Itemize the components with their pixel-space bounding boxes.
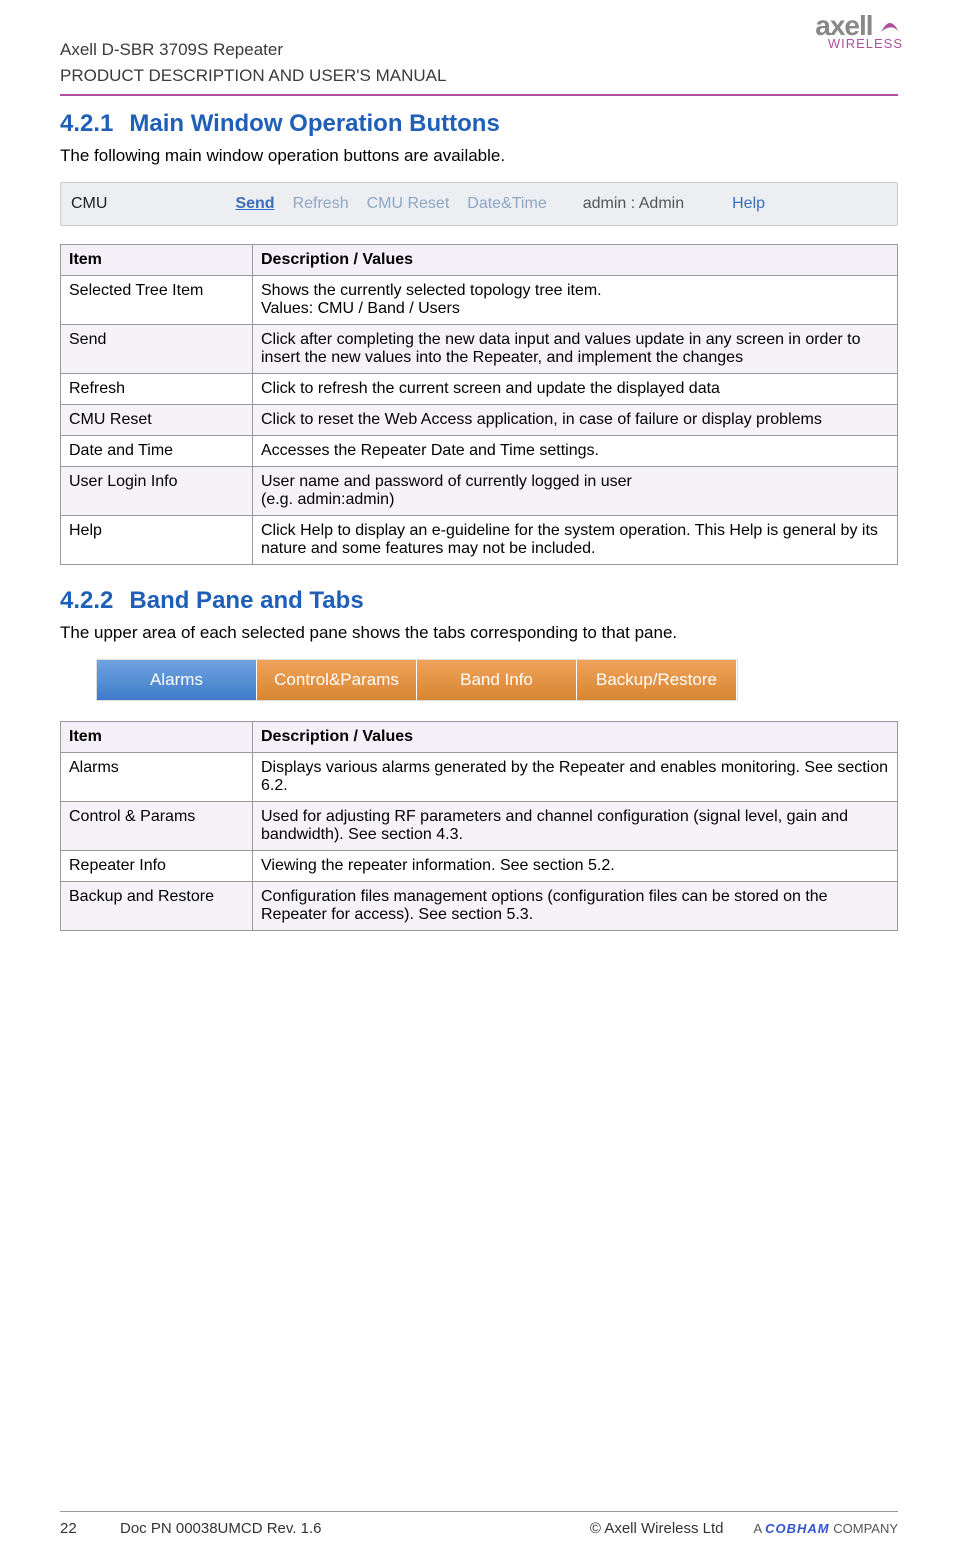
header-subtitle: PRODUCT DESCRIPTION AND USER'S MANUAL (60, 66, 898, 86)
section-intro-1: The following main window operation butt… (60, 146, 898, 166)
table-row: Selected Tree Item Shows the currently s… (61, 276, 898, 325)
toolbar: CMU Send Refresh CMU Reset Date&Time adm… (60, 182, 898, 226)
company-a: A (754, 1521, 762, 1536)
cell-line: Shows the currently selected topology tr… (261, 282, 889, 300)
doc-id: Doc PN 00038UMCD Rev. 1.6 (120, 1520, 590, 1537)
table-row: Help Click Help to display an e-guidelin… (61, 516, 898, 565)
company-word: COMPANY (833, 1521, 898, 1536)
table-header-item: Item (61, 245, 253, 276)
cell-line: Values: CMU / Band / Users (261, 300, 889, 318)
cell-item: Alarms (61, 753, 253, 802)
toolbar-send[interactable]: Send (235, 195, 274, 213)
section-title: Main Window Operation Buttons (129, 110, 499, 137)
cell-item: CMU Reset (61, 405, 253, 436)
cell-desc: Click to reset the Web Access applicatio… (253, 405, 898, 436)
cell-desc: Configuration files management options (… (253, 882, 898, 931)
toolbar-help[interactable]: Help (732, 195, 765, 213)
page-number: 22 (60, 1520, 120, 1537)
table-main-buttons: Item Description / Values Selected Tree … (60, 244, 898, 565)
toolbar-userinfo: admin : Admin (583, 195, 684, 213)
cell-desc: Shows the currently selected topology tr… (253, 276, 898, 325)
section-intro-2: The upper area of each selected pane sho… (60, 623, 898, 643)
footer: 22 Doc PN 00038UMCD Rev. 1.6 © Axell Wir… (60, 1511, 898, 1537)
toolbar-cmu-reset[interactable]: CMU Reset (367, 195, 450, 213)
toolbar-refresh[interactable]: Refresh (293, 195, 349, 213)
copyright: © Axell Wireless Ltd (590, 1520, 724, 1537)
cell-item: Send (61, 325, 253, 374)
cell-desc: Viewing the repeater information. See se… (253, 851, 898, 882)
cell-item: User Login Info (61, 467, 253, 516)
table-row: User Login Info User name and password o… (61, 467, 898, 516)
tab-backup-restore[interactable]: Backup/Restore (577, 660, 737, 700)
toolbar-cmu: CMU (71, 195, 107, 213)
cell-desc: User name and password of currently logg… (253, 467, 898, 516)
toolbar-datetime[interactable]: Date&Time (467, 195, 546, 213)
tab-band-info[interactable]: Band Info (417, 660, 577, 700)
table-row: Repeater Info Viewing the repeater infor… (61, 851, 898, 882)
section-number: 4.2.2 (60, 587, 113, 614)
header-rule (60, 94, 898, 96)
logo-swoosh-icon (877, 10, 903, 36)
header-title: Axell D-SBR 3709S Repeater (60, 40, 898, 60)
table-row: Control & Params Used for adjusting RF p… (61, 802, 898, 851)
company-cobham: COBHAM (765, 1521, 830, 1536)
cell-desc: Click Help to display an e-guideline for… (253, 516, 898, 565)
table-row: CMU Reset Click to reset the Web Access … (61, 405, 898, 436)
table-row: Refresh Click to refresh the current scr… (61, 374, 898, 405)
table-row: Alarms Displays various alarms generated… (61, 753, 898, 802)
logo: axell WIRELESS (815, 10, 903, 51)
table-row: Date and Time Accesses the Repeater Date… (61, 436, 898, 467)
cell-item: Refresh (61, 374, 253, 405)
tab-alarms[interactable]: Alarms (97, 660, 257, 700)
section-number: 4.2.1 (60, 110, 113, 137)
cell-line: User name and password of currently logg… (261, 473, 889, 491)
cell-item: Selected Tree Item (61, 276, 253, 325)
cell-item: Help (61, 516, 253, 565)
cell-desc: Displays various alarms generated by the… (253, 753, 898, 802)
cell-desc: Used for adjusting RF parameters and cha… (253, 802, 898, 851)
table-row: Backup and Restore Configuration files m… (61, 882, 898, 931)
cell-desc: Click to refresh the current screen and … (253, 374, 898, 405)
cell-item: Control & Params (61, 802, 253, 851)
cell-item: Date and Time (61, 436, 253, 467)
cell-desc: Accesses the Repeater Date and Time sett… (253, 436, 898, 467)
company-tag: A COBHAM COMPANY (754, 1521, 898, 1536)
cell-item: Repeater Info (61, 851, 253, 882)
table-band-tabs: Item Description / Values Alarms Display… (60, 721, 898, 931)
section-heading-1: 4.2.1 Main Window Operation Buttons (60, 110, 898, 138)
cell-desc: Click after completing the new data inpu… (253, 325, 898, 374)
table-row: Send Click after completing the new data… (61, 325, 898, 374)
section-title: Band Pane and Tabs (129, 587, 363, 614)
tabs: Alarms Control&Params Band Info Backup/R… (96, 659, 738, 701)
table-header-desc: Description / Values (253, 245, 898, 276)
table-header-desc: Description / Values (253, 722, 898, 753)
cell-line: (e.g. admin:admin) (261, 491, 889, 509)
table-header-item: Item (61, 722, 253, 753)
cell-item: Backup and Restore (61, 882, 253, 931)
section-heading-2: 4.2.2 Band Pane and Tabs (60, 587, 898, 615)
logo-subtext: WIRELESS (815, 36, 903, 51)
tab-control-params[interactable]: Control&Params (257, 660, 417, 700)
